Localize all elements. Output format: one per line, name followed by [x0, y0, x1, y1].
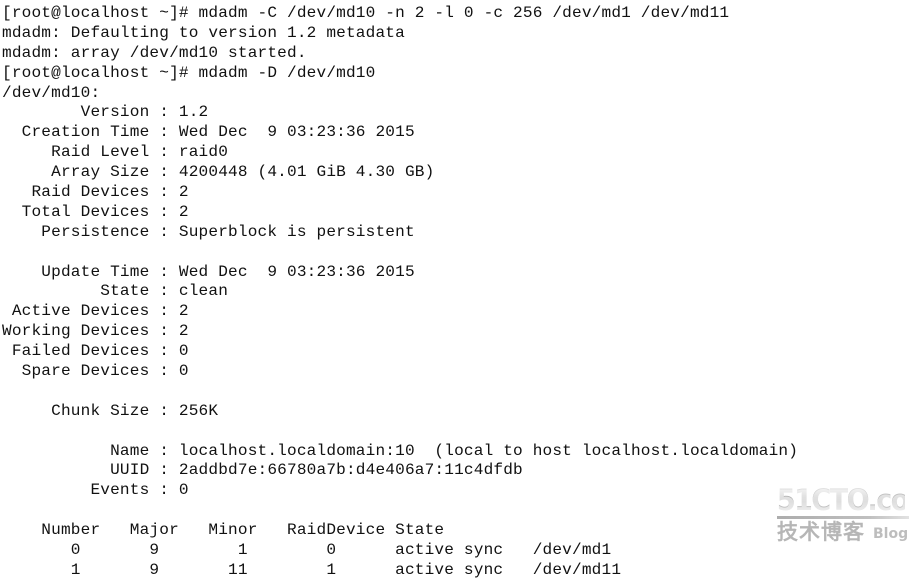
terminal-line: Update Time : Wed Dec 9 03:23:36 2015: [2, 262, 415, 281]
terminal-output: [root@localhost ~]# mdadm -C /dev/md10 -…: [2, 4, 921, 581]
terminal-line: Raid Devices : 2: [2, 183, 189, 202]
terminal-line: Version : 1.2: [2, 103, 209, 122]
terminal-line: Events : 0: [2, 481, 189, 500]
terminal-line: mdadm: Defaulting to version 1.2 metadat…: [2, 23, 405, 42]
terminal-line: UUID : 2addbd7e:66780a7b:d4e406a7:11c4df…: [2, 461, 523, 480]
terminal-window[interactable]: [root@localhost ~]# mdadm -C /dev/md10 -…: [0, 0, 921, 579]
terminal-line: Persistence : Superblock is persistent: [2, 222, 415, 241]
terminal-line: mdadm: array /dev/md10 started.: [2, 43, 307, 62]
terminal-line: Active Devices : 2: [2, 302, 189, 321]
terminal-line: Raid Level : raid0: [2, 143, 229, 162]
terminal-line: State : clean: [2, 282, 229, 301]
device-table-header: Number Major Minor RaidDevice State: [2, 521, 445, 540]
terminal-line: Name : localhost.localdomain:10 (local t…: [2, 441, 799, 460]
terminal-line: /dev/md10:: [2, 83, 101, 102]
terminal-line: Array Size : 4200448 (4.01 GiB 4.30 GB): [2, 163, 435, 182]
terminal-line: [root@localhost ~]# mdadm -C /dev/md10 -…: [2, 4, 730, 22]
terminal-line: Creation Time : Wed Dec 9 03:23:36 2015: [2, 123, 415, 142]
terminal-line: Failed Devices : 0: [2, 342, 189, 361]
device-table-row: 0 9 1 0 active sync /dev/md1: [2, 541, 612, 560]
terminal-line: [root@localhost ~]# mdadm -D /dev/md10: [2, 63, 376, 82]
terminal-line: Working Devices : 2: [2, 322, 189, 341]
terminal-line: Spare Devices : 0: [2, 362, 189, 381]
device-table-row: 1 9 11 1 active sync /dev/md11: [2, 560, 622, 579]
terminal-line: Total Devices : 2: [2, 202, 189, 221]
terminal-line: Chunk Size : 256K: [2, 401, 219, 420]
